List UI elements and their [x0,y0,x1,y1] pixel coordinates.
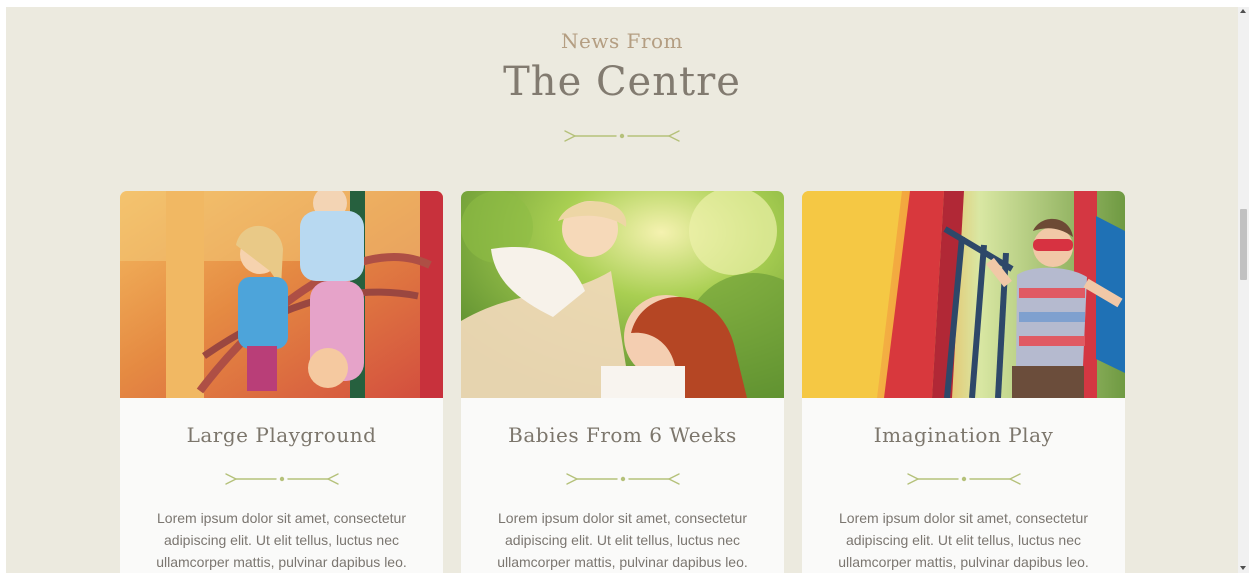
card-title: Babies From 6 Weeks [508,423,737,447]
card-title: Large Playground [186,423,377,447]
mother-lifting-baby-photo [461,191,784,398]
boy-superhero-playground-photo [802,191,1125,398]
card-description: Lorem ipsum dolor sit amet, consectetur … [838,510,1089,570]
leaf-divider-icon [566,473,680,485]
section-title: The Centre [503,59,741,105]
card-babies-from-6-weeks: Babies From 6 Weeks Lorem ipsum dolor si… [461,191,784,573]
leaf-divider-icon [907,473,1021,485]
card-description: Lorem ipsum dolor sit amet, consectetur … [156,510,407,570]
feature-cards: Large Playground Lorem ipsum dolor sit a… [120,191,1125,573]
leaf-divider-icon [564,130,680,142]
scrollbar-thumb[interactable] [1240,209,1247,280]
scroll-up-icon[interactable] [1240,9,1246,13]
leaf-divider-icon [225,473,339,485]
vertical-scrollbar[interactable] [1238,7,1249,573]
section-eyebrow: News From [560,29,684,53]
news-section: News From The Centre Large Playground Lo… [6,7,1238,573]
card-imagination-play: Imagination Play Lorem ipsum dolor sit a… [802,191,1125,573]
children-climbing-playground-photo [120,191,443,398]
card-description: Lorem ipsum dolor sit amet, consectetur … [497,510,748,570]
card-title: Imagination Play [873,423,1054,447]
scroll-down-icon[interactable] [1240,566,1246,570]
card-large-playground: Large Playground Lorem ipsum dolor sit a… [120,191,443,573]
